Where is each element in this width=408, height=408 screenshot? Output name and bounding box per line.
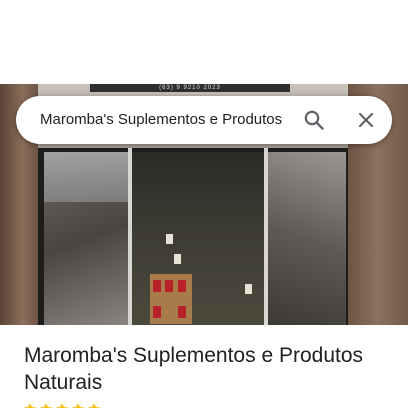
top-blank-area bbox=[0, 0, 408, 84]
product-item bbox=[178, 306, 186, 318]
product-item bbox=[153, 280, 161, 292]
product-item bbox=[153, 306, 161, 318]
star-icons bbox=[24, 403, 100, 408]
search-bar[interactable]: Maromba's Suplementos e Produtos bbox=[16, 96, 392, 144]
door-mullion bbox=[264, 148, 268, 326]
product-item bbox=[178, 280, 186, 292]
search-button[interactable] bbox=[298, 104, 330, 136]
place-title: Maromba's Suplementos e Produtos Naturai… bbox=[24, 344, 364, 394]
product-item bbox=[245, 284, 252, 294]
product-item bbox=[166, 234, 173, 244]
rating-stars[interactable] bbox=[24, 402, 134, 408]
glass-reflection bbox=[44, 152, 128, 202]
search-icon bbox=[304, 110, 324, 130]
search-input[interactable]: Maromba's Suplementos e Produtos bbox=[40, 96, 292, 144]
door-mullion bbox=[128, 148, 132, 326]
clear-search-button[interactable] bbox=[350, 104, 382, 136]
store-sign: (63) 9 9210 2023 bbox=[90, 84, 290, 92]
glass-panel-right bbox=[268, 152, 346, 326]
close-icon bbox=[358, 112, 374, 128]
place-info-panel: Maromba's Suplementos e Produtos Naturai… bbox=[0, 325, 408, 408]
product-item bbox=[165, 280, 173, 292]
product-item bbox=[174, 254, 181, 264]
